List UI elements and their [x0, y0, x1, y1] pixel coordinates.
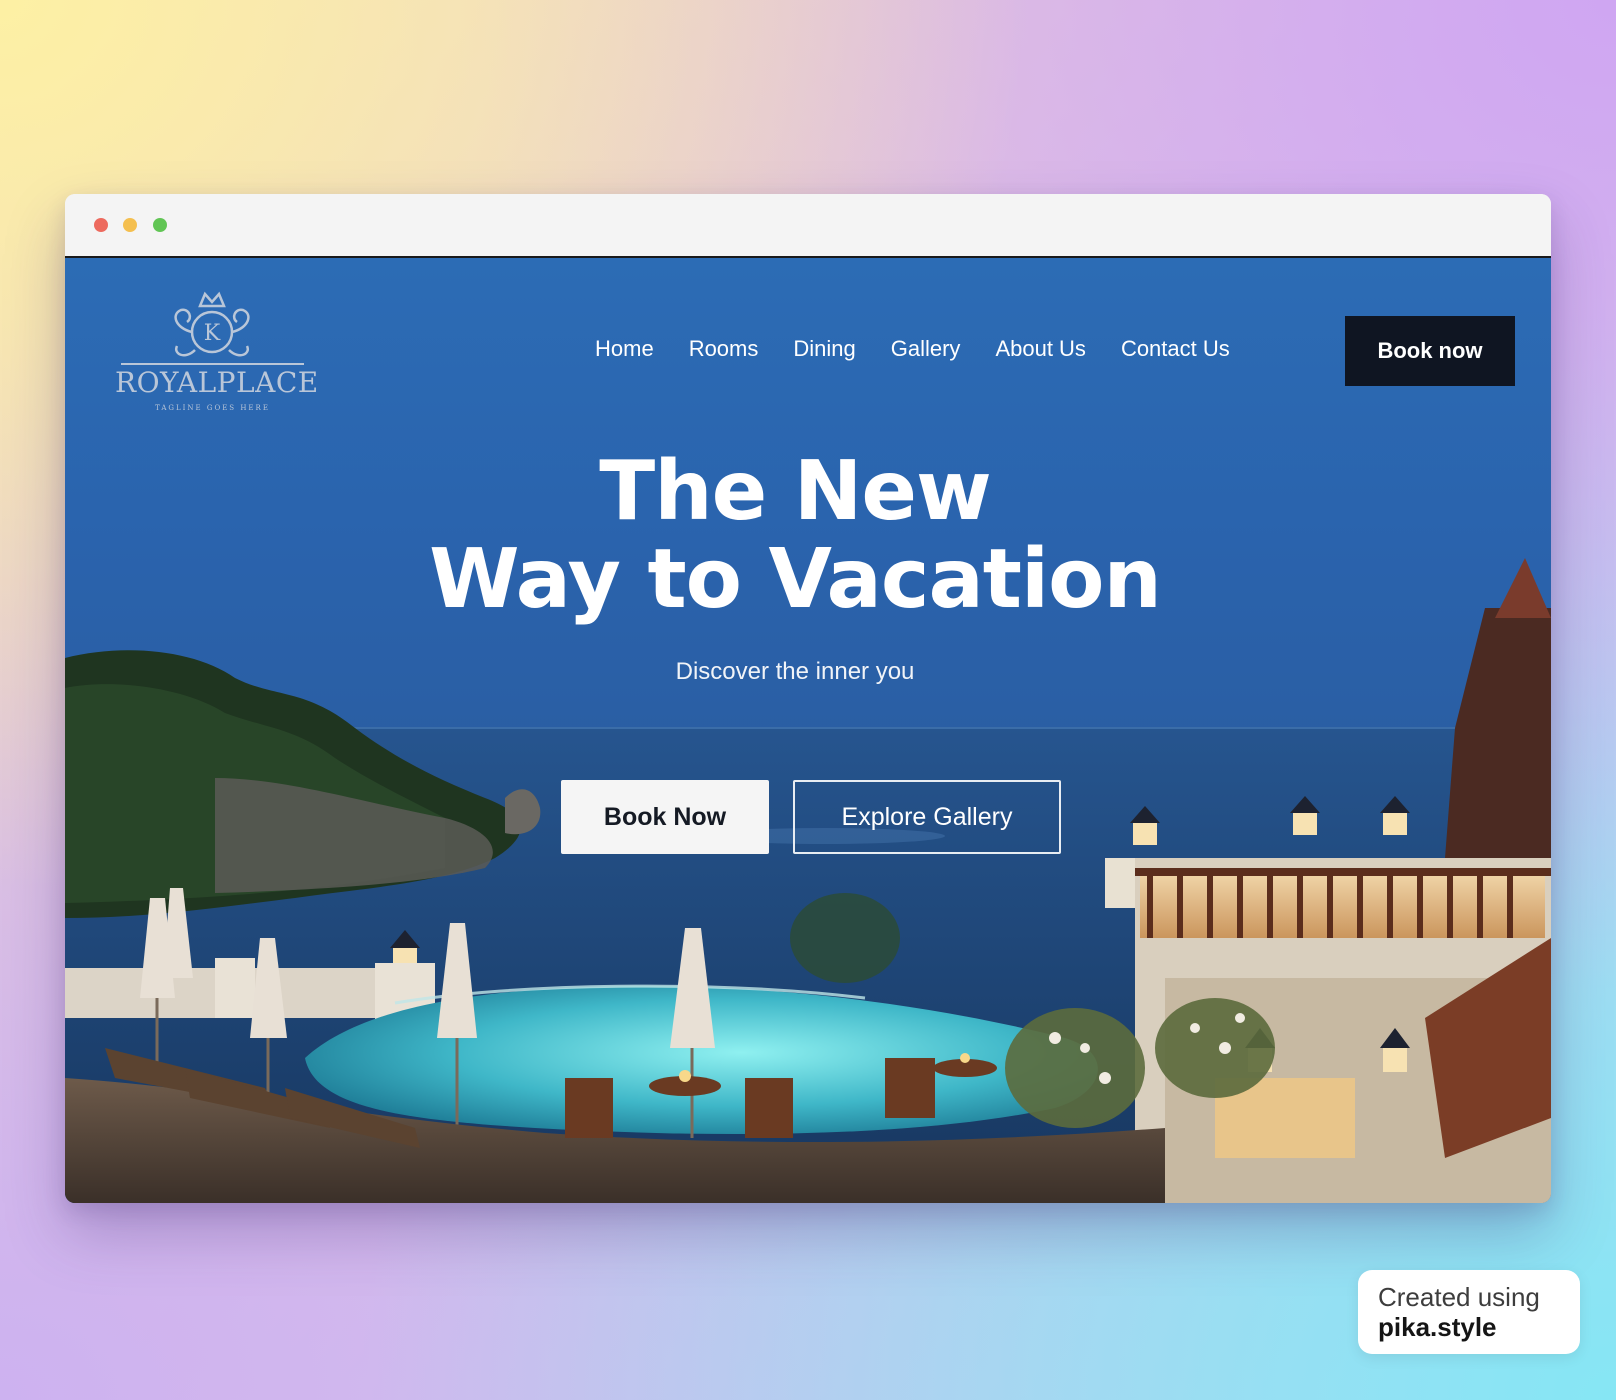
close-window-button[interactable] — [94, 218, 108, 232]
brand-tagline: TAGLINE GOES HERE — [155, 404, 270, 412]
explore-gallery-button[interactable]: Explore Gallery — [793, 780, 1061, 854]
crest-icon: K — [121, 291, 304, 365]
brand-logo[interactable]: K ROYALPLACE TAGLINE GOES HERE — [115, 284, 319, 424]
main-navigation: Home Rooms Dining Gallery About Us Conta… — [595, 334, 1265, 364]
nav-home[interactable]: Home — [595, 334, 654, 364]
brand-name: ROYALPLACE — [115, 366, 319, 399]
pika-watermark-badge: Created using pika.style — [1358, 1270, 1580, 1354]
hero-title: The New Way to Vacation — [365, 448, 1225, 624]
nav-contact-us[interactable]: Contact Us — [1121, 334, 1230, 364]
browser-window: K ROYALPLACE TAGLINE GOES HERE Home Room… — [65, 194, 1551, 1203]
window-titlebar — [65, 194, 1551, 256]
hero-title-line-1: The New — [599, 444, 991, 539]
minimize-window-button[interactable] — [123, 218, 137, 232]
hero-subtitle: Discover the inner you — [675, 658, 915, 685]
svg-text:K: K — [204, 321, 221, 346]
watermark-line-2: pika.style — [1378, 1312, 1497, 1342]
hero-title-line-2: Way to Vacation — [429, 532, 1162, 627]
nav-book-now-button[interactable]: Book now — [1345, 316, 1515, 386]
maximize-window-button[interactable] — [153, 218, 167, 232]
website-hero: K ROYALPLACE TAGLINE GOES HERE Home Room… — [65, 256, 1551, 1203]
nav-rooms[interactable]: Rooms — [689, 334, 759, 364]
nav-dining[interactable]: Dining — [793, 334, 855, 364]
book-now-button[interactable]: Book Now — [561, 780, 769, 854]
watermark-line-1: Created using — [1378, 1282, 1540, 1312]
nav-gallery[interactable]: Gallery — [891, 334, 961, 364]
nav-about-us[interactable]: About Us — [995, 334, 1086, 364]
